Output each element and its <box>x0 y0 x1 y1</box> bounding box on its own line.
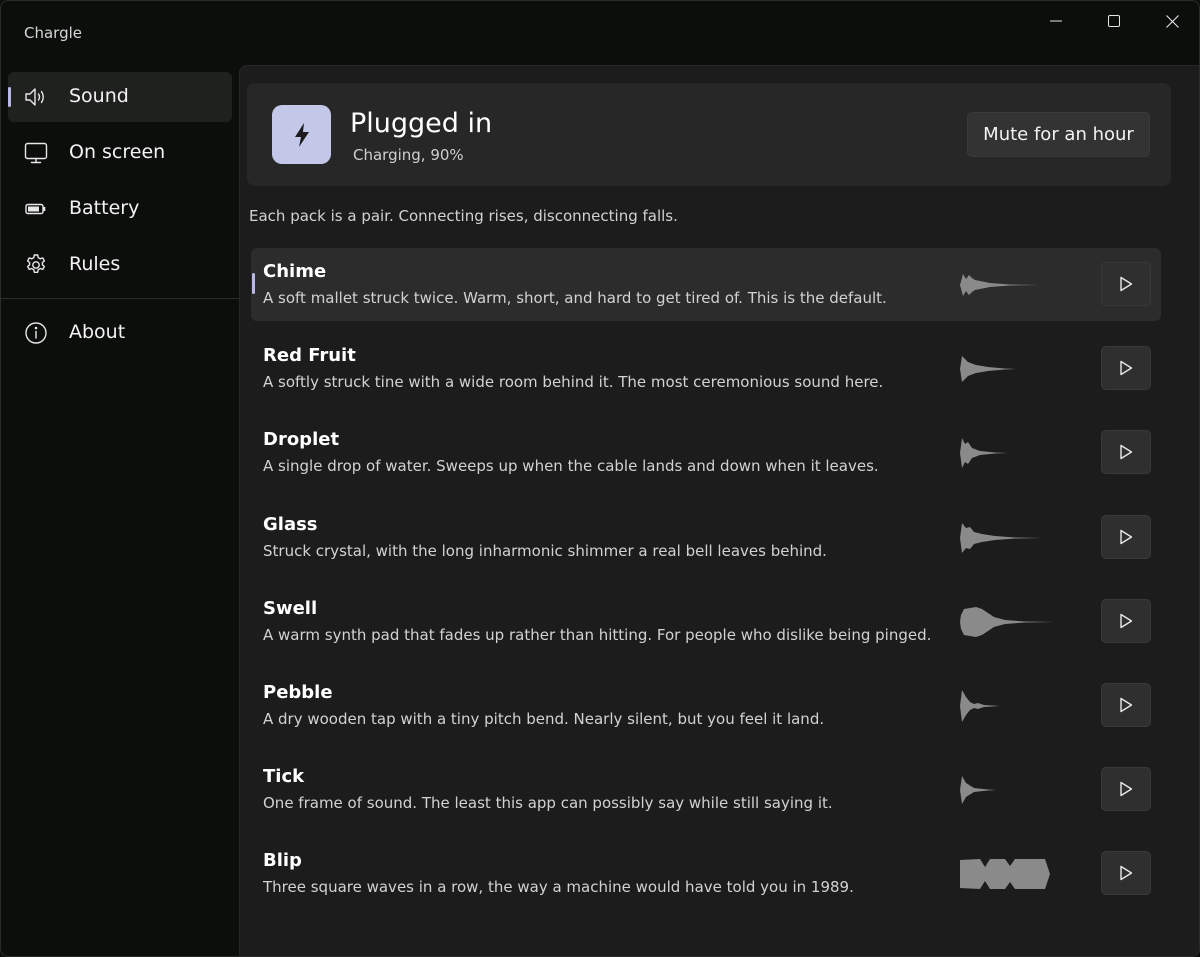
maximize-icon <box>1108 15 1120 27</box>
play-button[interactable] <box>1101 430 1151 474</box>
play-icon <box>1120 360 1133 376</box>
play-icon <box>1120 697 1133 713</box>
pack-hint-text: Each pack is a pair. Connecting rises, d… <box>249 207 678 225</box>
waveform-preview <box>960 776 996 804</box>
selection-indicator <box>252 273 255 294</box>
battery-icon <box>23 196 49 222</box>
play-icon <box>1120 529 1133 545</box>
sound-description: A softly struck tine with a wide room be… <box>263 373 884 391</box>
app-window: Chargle Sound On screen Battery Rules Ab… <box>0 0 1200 957</box>
sound-name: Chime <box>263 261 327 282</box>
sound-name: Red Fruit <box>263 345 356 366</box>
info-icon <box>23 320 49 346</box>
play-icon <box>1120 613 1133 629</box>
sound-name: Swell <box>263 598 318 619</box>
lightning-icon <box>272 105 331 164</box>
play-button[interactable] <box>1101 262 1151 306</box>
sidebar-item-rules[interactable]: Rules <box>8 240 232 290</box>
sound-description: A warm synth pad that fades up rather th… <box>263 626 932 644</box>
waveform-preview <box>960 274 1040 296</box>
sidebar-item-label: Rules <box>69 253 121 275</box>
speaker-icon <box>23 84 49 110</box>
sidebar-item-about[interactable]: About <box>8 308 232 358</box>
play-button[interactable] <box>1101 683 1151 727</box>
sound-row-blip[interactable]: Blip Three square waves in a row, the way… <box>251 837 1161 910</box>
play-icon <box>1120 276 1133 292</box>
sound-name: Blip <box>263 850 302 871</box>
sidebar: Sound On screen Battery Rules About <box>1 65 239 956</box>
sidebar-item-label: Battery <box>69 197 140 219</box>
sound-description: Struck crystal, with the long inharmonic… <box>263 542 827 560</box>
sound-name: Tick <box>263 766 305 787</box>
sound-row-chime[interactable]: Chime A soft mallet struck twice. Warm, s… <box>251 248 1161 321</box>
waveform-preview <box>960 523 1042 553</box>
play-button[interactable] <box>1101 851 1151 895</box>
sound-name: Pebble <box>263 682 333 703</box>
sound-description: A soft mallet struck twice. Warm, short,… <box>263 289 887 307</box>
sidebar-item-battery[interactable]: Battery <box>8 184 232 234</box>
sound-row-glass[interactable]: Glass Struck crystal, with the long inhar… <box>251 501 1161 574</box>
sound-row-tick[interactable]: Tick One frame of sound. The least this a… <box>251 753 1161 826</box>
waveform-preview <box>960 690 1000 722</box>
minimize-button[interactable] <box>1027 1 1085 41</box>
sound-row-pebble[interactable]: Pebble A dry wooden tap with a tiny pitch… <box>251 669 1161 742</box>
sidebar-divider <box>1 298 239 299</box>
play-icon <box>1120 865 1133 881</box>
sidebar-item-label: About <box>69 321 126 343</box>
sidebar-item-on-screen[interactable]: On screen <box>8 128 232 178</box>
maximize-button[interactable] <box>1085 1 1143 41</box>
sound-name: Droplet <box>263 429 340 450</box>
play-button[interactable] <box>1101 515 1151 559</box>
mute-for-an-hour-button[interactable]: Mute for an hour <box>967 112 1150 157</box>
play-icon <box>1120 444 1133 460</box>
app-title: Chargle <box>24 24 82 42</box>
sound-description: A single drop of water. Sweeps up when t… <box>263 457 879 475</box>
play-button[interactable] <box>1101 599 1151 643</box>
play-button[interactable] <box>1101 346 1151 390</box>
sound-row-red-fruit[interactable]: Red Fruit A softly struck tine with a wid… <box>251 332 1161 405</box>
play-button[interactable] <box>1101 767 1151 811</box>
sidebar-item-label: On screen <box>69 141 166 163</box>
waveform-preview <box>960 607 1055 637</box>
gear-icon <box>23 252 49 278</box>
status-card: Plugged in Charging, 90% Mute for an hou… <box>247 83 1171 186</box>
sound-description: Three square waves in a row, the way a m… <box>263 878 854 896</box>
waveform-preview <box>960 859 1050 889</box>
sound-row-droplet[interactable]: Droplet A single drop of water. Sweeps up… <box>251 416 1161 489</box>
main-content: Plugged in Charging, 90% Mute for an hou… <box>239 65 1199 956</box>
play-icon <box>1120 781 1133 797</box>
sound-description: One frame of sound. The least this app c… <box>263 794 833 812</box>
sound-name: Glass <box>263 514 318 535</box>
close-icon <box>1165 14 1179 28</box>
status-subtitle: Charging, 90% <box>353 146 464 164</box>
sound-row-swell[interactable]: Swell A warm synth pad that fades up rath… <box>251 585 1161 658</box>
selection-indicator <box>8 87 11 107</box>
sidebar-item-sound[interactable]: Sound <box>8 72 232 122</box>
sidebar-item-label: Sound <box>69 85 129 107</box>
title-bar: Chargle <box>1 1 1199 65</box>
waveform-preview <box>960 356 1016 382</box>
monitor-icon <box>23 140 49 166</box>
sound-description: A dry wooden tap with a tiny pitch bend.… <box>263 710 825 728</box>
waveform-preview <box>960 438 1008 468</box>
close-button[interactable] <box>1143 1 1199 41</box>
minimize-icon <box>1050 20 1062 22</box>
status-title: Plugged in <box>350 108 493 139</box>
